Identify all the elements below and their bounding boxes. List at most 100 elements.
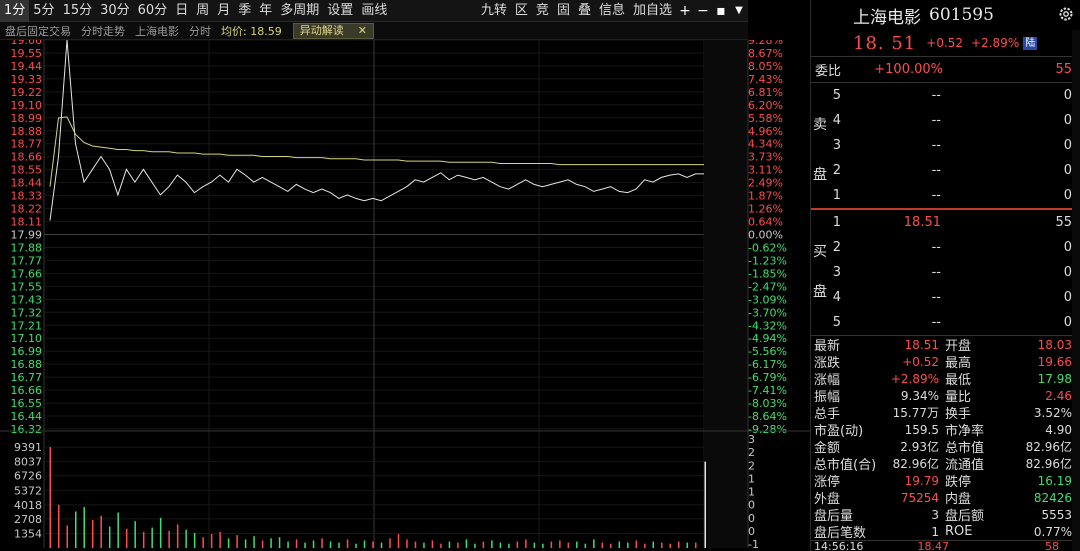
period-button[interactable]: 设置 xyxy=(323,0,357,22)
period-button[interactable]: 月 xyxy=(213,0,234,22)
market-badge: 陆 xyxy=(1023,36,1038,50)
price-tick-label: 19.33 xyxy=(11,73,43,86)
after-hours-tab[interactable]: 盘后固定交易 xyxy=(0,23,76,39)
period-button[interactable]: 季 xyxy=(234,0,255,22)
quote-header: 上海电影 601595 xyxy=(811,0,1080,30)
panel-edge xyxy=(1072,30,1080,551)
volume-bar xyxy=(516,541,519,548)
tool-button[interactable]: 叠 xyxy=(574,0,595,22)
pct-tick-label: 6.20% xyxy=(748,99,783,112)
ratio-tick-label: 0 xyxy=(748,512,755,525)
tool-button[interactable]: 固 xyxy=(553,0,574,22)
volume-bar xyxy=(338,542,340,548)
pct-tick-label: 9.28% xyxy=(748,40,783,47)
volume-bar xyxy=(151,527,153,548)
tool-button[interactable]: 区 xyxy=(511,0,532,22)
ratio-tick-label: 1 xyxy=(748,486,755,499)
timeframe-label: 分时 xyxy=(189,24,211,38)
period-button[interactable]: 周 xyxy=(192,0,213,22)
pct-tick-label: -3.09% xyxy=(748,293,787,306)
volume-bar xyxy=(669,543,672,548)
buy-level-row[interactable]: 2 -- 0 xyxy=(811,235,1080,260)
stat-row: 市盈(动) 159.5 市净率 4.90 xyxy=(811,421,1080,440)
last-price: 18. 51 xyxy=(853,32,917,54)
volume-bar xyxy=(406,539,408,548)
level-quantity: 0 xyxy=(1063,88,1072,103)
level-number: 5 xyxy=(832,88,841,103)
price-tick-label: 17.77 xyxy=(11,254,43,267)
volume-bar xyxy=(117,512,119,548)
volume-tick-label: 2708 xyxy=(14,513,42,526)
intraday-chart[interactable]: 19.66 9.28% 19.55 8.67% 19.44 8.05% 19.33 7.43%… xyxy=(0,40,810,551)
price-tick-label: 18.66 xyxy=(11,151,43,164)
stat-value: 2.93亿 xyxy=(900,440,939,454)
price-tick-label: 18.44 xyxy=(11,177,43,190)
stat-value: 159.5 xyxy=(904,422,939,437)
period-button[interactable]: 30分 xyxy=(96,0,134,22)
volume-bar xyxy=(491,540,493,548)
dropdown-icon[interactable]: ▼ xyxy=(730,0,748,22)
volume-bar xyxy=(542,543,544,548)
period-toolbar: 1分 5分 15分 30分 60分日周月季年多周期 设置 画线 九转区竞固叠信息 加自选 + … xyxy=(0,0,748,22)
gear-icon[interactable] xyxy=(1058,6,1074,22)
period-button[interactable]: 15分 xyxy=(59,0,97,22)
stat-value: 17.98 xyxy=(1037,371,1072,386)
period-button[interactable]: 画线 xyxy=(357,0,391,22)
stat-value: 82426 xyxy=(1033,490,1072,505)
sell-level-row[interactable]: 3 -- 0 xyxy=(811,133,1080,158)
avg-price-label: 均价: 18.59 xyxy=(221,24,282,38)
price-tick-label: 17.10 xyxy=(11,332,43,345)
price-tick-label: 16.77 xyxy=(11,371,43,384)
sell-level-row[interactable]: 1 -- 0 xyxy=(811,183,1080,208)
sell-level-row[interactable]: 2 -- 0 xyxy=(811,158,1080,183)
volume-bar xyxy=(108,526,111,548)
period-button[interactable]: 日 xyxy=(171,0,192,22)
volume-bar xyxy=(49,447,51,548)
tool-button[interactable]: 信息 xyxy=(595,0,629,22)
level-price: -- xyxy=(931,113,941,128)
volume-bar xyxy=(287,541,289,548)
zoom-in-icon[interactable]: + xyxy=(676,0,694,22)
buy-level-row[interactable]: 1 18.51 55 xyxy=(811,210,1080,235)
sell-level-row[interactable]: 5 -- 0 xyxy=(811,83,1080,108)
sell-level-row[interactable]: 4 -- 0 xyxy=(811,108,1080,133)
pct-tick-label: 4.34% xyxy=(748,138,783,151)
zoom-out-icon[interactable]: − xyxy=(694,0,712,22)
anomaly-button[interactable]: 异动解读 ✕ xyxy=(292,22,374,39)
period-button[interactable]: 5分 xyxy=(29,0,58,22)
volume-bar xyxy=(465,539,468,548)
chart-mode-label: 分时走势 xyxy=(81,24,125,38)
volume-tick-label: 6726 xyxy=(14,470,42,483)
price-tick-label: 16.66 xyxy=(11,384,43,397)
tool-button[interactable]: 加自选 xyxy=(629,0,676,22)
volume-bar xyxy=(355,543,357,548)
buy-level-row[interactable]: 3 -- 0 xyxy=(811,260,1080,285)
price-tick-label: 19.10 xyxy=(11,99,43,112)
pct-tick-label: -3.70% xyxy=(748,306,787,319)
level-price: -- xyxy=(931,163,941,178)
price-tick-label: 18.88 xyxy=(11,125,43,138)
volume-bar xyxy=(312,540,315,548)
price-tick-label: 18.55 xyxy=(11,164,43,177)
stat-row: 盘后笔数 1 ROE 0.77% xyxy=(811,523,1080,541)
stat-value: 4.90 xyxy=(1045,422,1072,437)
ratio-tick-label: 0 xyxy=(748,499,755,512)
tool-button[interactable]: 竞 xyxy=(532,0,553,22)
stat-value: 75254 xyxy=(900,490,939,505)
buy-level-row[interactable]: 5 -- 0 xyxy=(811,310,1080,335)
price-tick-label: 16.44 xyxy=(11,410,43,423)
buy-level-row[interactable]: 4 -- 0 xyxy=(811,285,1080,310)
period-button[interactable]: 多周期 xyxy=(276,0,323,22)
fit-icon[interactable]: ▪ xyxy=(712,0,730,22)
volume-bar xyxy=(304,542,306,548)
stat-value: 3 xyxy=(931,507,939,522)
period-button[interactable]: 60分 xyxy=(134,0,172,22)
period-button[interactable]: 1分 xyxy=(0,0,30,22)
level-number: 3 xyxy=(832,265,841,280)
volume-bar xyxy=(423,542,425,548)
volume-bar xyxy=(219,531,221,548)
period-button[interactable]: 年 xyxy=(255,0,276,22)
close-icon[interactable]: ✕ xyxy=(358,24,367,38)
tool-button[interactable]: 九转 xyxy=(477,0,511,22)
volume-bar xyxy=(236,535,238,548)
